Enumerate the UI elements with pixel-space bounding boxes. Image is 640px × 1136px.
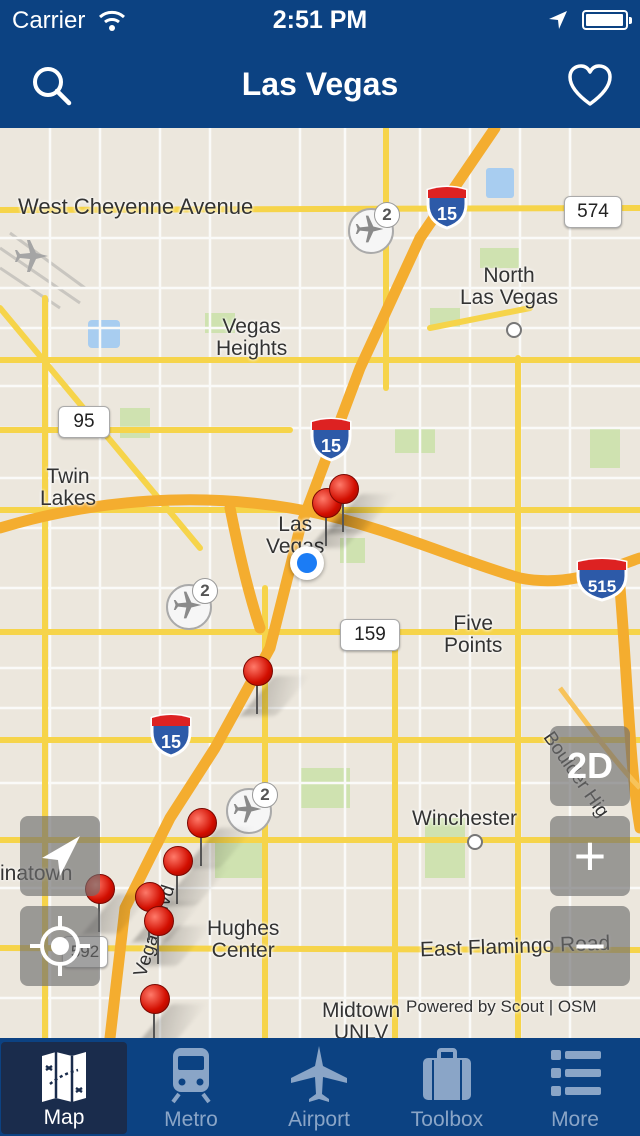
page-title: Las Vegas [241, 66, 399, 102]
interstate-15-label: 15 [161, 732, 181, 752]
location-services-icon [549, 11, 567, 29]
cluster-count: 2 [252, 782, 278, 808]
interstate-515-label: 515 [588, 577, 616, 596]
interstate-15-label: 15 [321, 436, 341, 456]
map-pin[interactable] [326, 474, 396, 534]
label-midtown-unlv: Midtown UNLV [322, 999, 401, 1039]
label-west-cheyenne-avenue: West Cheyenne Avenue [18, 194, 254, 219]
map-pin[interactable] [160, 846, 230, 906]
interstate-15-shield-north: 15 [424, 184, 470, 235]
label-five-points: Five Points [444, 612, 503, 657]
route-159-marker: 159 [340, 619, 400, 651]
airport-cluster-north[interactable]: 2 [348, 202, 400, 254]
battery-icon [582, 10, 632, 30]
airport-terminal-icon [15, 240, 48, 272]
navigation-arrow-icon [42, 836, 80, 876]
airport-cluster-west[interactable]: 2 [166, 578, 218, 630]
label-twin-lakes: Twin Lakes [40, 465, 97, 510]
interstate-15-shield-mid: 15 [308, 416, 354, 467]
train-icon [171, 1048, 211, 1104]
status-bar: Carrier 2:51 PM [0, 0, 640, 40]
tab-map[interactable]: Map [1, 1042, 127, 1134]
label-hughes-center: Hughes Center [207, 917, 280, 962]
view-mode-toggle-button[interactable]: 2D [550, 726, 630, 806]
map-attribution[interactable]: Powered by Scout | OSM [406, 997, 597, 1017]
place-marker-winchester [467, 834, 483, 850]
place-marker-north-las-vegas [506, 322, 522, 338]
map-pin[interactable] [141, 906, 211, 966]
zoom-out-button[interactable]: − [550, 906, 630, 986]
tab-label: Map [43, 1106, 85, 1129]
map-view[interactable]: West Cheyenne Avenue North Las Vegas Veg… [0, 128, 640, 1038]
favorites-button[interactable] [562, 60, 618, 112]
tab-metro[interactable]: Metro [128, 1038, 254, 1136]
crosshair-icon [30, 916, 90, 976]
tab-label: Metro [164, 1108, 218, 1131]
locate-me-button[interactable] [20, 906, 100, 986]
map-icon [42, 1052, 86, 1102]
heart-icon [568, 64, 612, 106]
label-winchester: Winchester [412, 807, 518, 830]
compass-button[interactable] [20, 816, 100, 896]
zoom-in-button[interactable]: + [550, 816, 630, 896]
cluster-count: 2 [192, 578, 218, 604]
interstate-15-shield-south: 15 [148, 712, 194, 763]
tab-more[interactable]: More [512, 1038, 638, 1136]
tab-toolbox[interactable]: Toolbox [384, 1038, 510, 1136]
toolbox-icon [423, 1048, 471, 1100]
route-574-marker: 574 [564, 196, 622, 228]
tab-airport[interactable]: Airport [256, 1038, 382, 1136]
nav-bar: Las Vegas [0, 40, 640, 128]
tab-label: Airport [288, 1108, 350, 1131]
map-pin[interactable] [240, 656, 310, 716]
interstate-15-label: 15 [437, 204, 457, 224]
tab-label: Toolbox [410, 1108, 484, 1131]
cluster-count: 2 [374, 202, 400, 228]
airplane-icon [291, 1046, 347, 1102]
tab-label: More [551, 1108, 599, 1131]
label-north-las-vegas: North Las Vegas [460, 264, 559, 309]
route-95-marker: 95 [58, 406, 110, 438]
map-pin[interactable] [137, 984, 207, 1038]
interstate-515-shield: 515 [574, 556, 630, 607]
label-vegas-heights: Vegas Heights [216, 315, 288, 360]
list-icon [551, 1050, 601, 1096]
tab-bar: Map Metro Airport Toolbox More [0, 1038, 640, 1136]
user-location-marker [290, 546, 324, 580]
clock: 2:51 PM [272, 6, 368, 34]
